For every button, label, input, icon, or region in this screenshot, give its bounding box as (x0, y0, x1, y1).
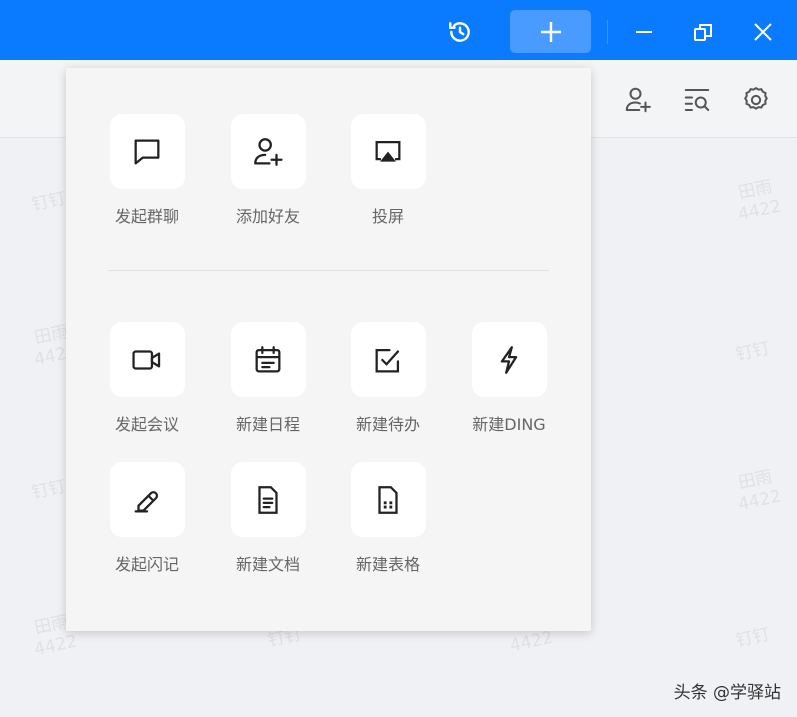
watermark: 4422 (508, 627, 555, 657)
item-label: 新建表格 (355, 555, 420, 574)
watermark: 田雨 4422 (736, 466, 783, 516)
watermark: 钉钉 (734, 338, 772, 366)
divider (607, 20, 608, 44)
item-label: 发起群聊 (114, 207, 179, 226)
source-credit: 头条 @学驿站 (673, 683, 781, 703)
todo-icon (375, 348, 400, 372)
search-list-icon[interactable] (681, 84, 713, 116)
pen-icon (134, 490, 158, 512)
restore-icon (694, 24, 712, 41)
screen-cast-icon (375, 140, 401, 162)
item-label: 新建文档 (235, 555, 300, 574)
chat-icon (134, 139, 160, 164)
new-sheet[interactable]: 新建表格 (338, 462, 438, 575)
screen-cast[interactable]: 投屏 (338, 114, 438, 227)
item-label: 新建待办 (355, 415, 420, 434)
start-meeting[interactable]: 发起会议 (97, 322, 197, 435)
new-document[interactable]: 新建文档 (218, 462, 318, 575)
restore-button[interactable] (685, 12, 721, 52)
create-menu-popup: 发起群聊 添加好友 投屏 发起会议 新建日程 新建待办 新建DING 发起闪记 … (66, 68, 591, 631)
minimize-button[interactable] (626, 12, 662, 52)
item-label: 新建日程 (235, 415, 300, 434)
new-todo[interactable]: 新建待办 (338, 322, 438, 435)
sheet-icon (378, 485, 398, 514)
item-label: 发起会议 (114, 415, 179, 434)
add-friend[interactable]: 添加好友 (218, 114, 318, 227)
start-group-chat[interactable]: 发起群聊 (97, 114, 197, 227)
lightning-icon (500, 345, 518, 374)
close-button[interactable] (745, 12, 781, 52)
add-contact-icon[interactable] (622, 84, 654, 116)
settings-icon[interactable] (740, 84, 772, 116)
start-flash-note[interactable]: 发起闪记 (97, 462, 197, 575)
watermark: 钉钉 (30, 476, 68, 504)
new-ding[interactable]: 新建DING (459, 322, 559, 435)
item-label: 发起闪记 (114, 555, 179, 574)
history-icon[interactable] (442, 12, 478, 52)
watermark: 钉钉 (734, 624, 772, 652)
title-bar (0, 0, 797, 60)
minimize-icon (636, 31, 652, 33)
create-plus-button[interactable] (510, 10, 591, 53)
watermark: 田雨 4422 (736, 176, 783, 226)
watermark: 钉钉 (30, 188, 68, 216)
video-icon (132, 349, 161, 370)
plus-icon (540, 21, 561, 42)
doc-icon (258, 485, 278, 514)
item-label: 新建DING (472, 415, 546, 434)
item-label: 添加好友 (235, 207, 300, 226)
add-friend-icon (254, 137, 283, 166)
item-label: 投屏 (371, 207, 404, 226)
new-schedule[interactable]: 新建日程 (218, 322, 318, 435)
close-icon (754, 23, 772, 41)
divider (108, 270, 549, 271)
calendar-icon (255, 345, 281, 372)
